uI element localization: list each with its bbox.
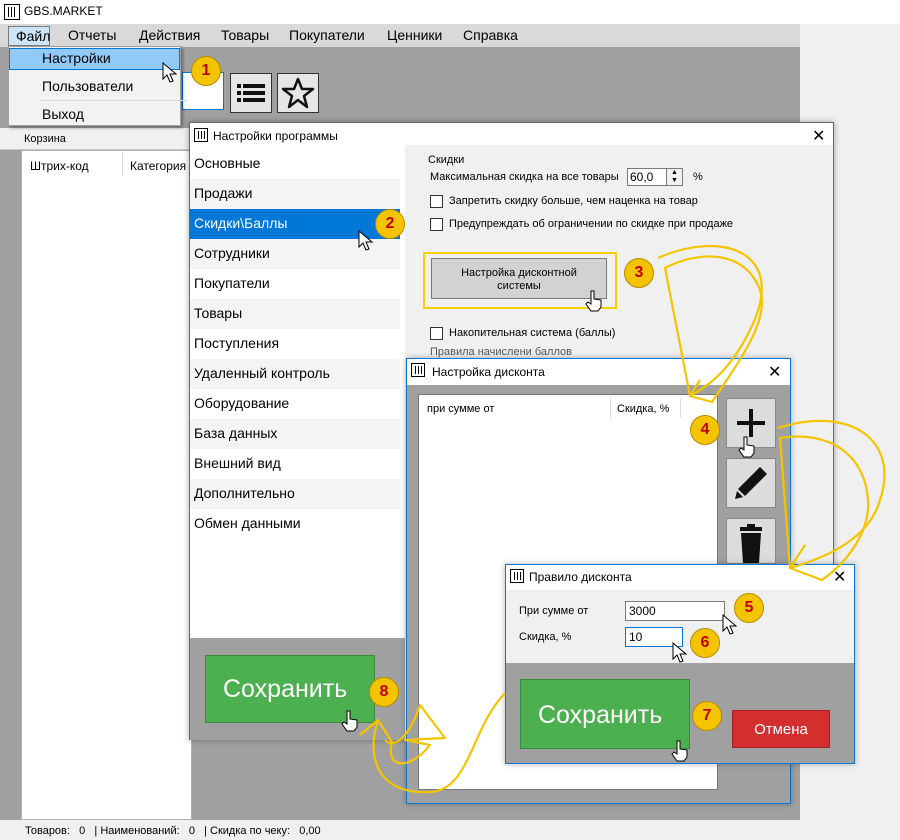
arrow-3-to-4 [657, 245, 763, 404]
step-badge-5: 5 [734, 593, 764, 623]
arrow-cursor-icon [162, 62, 178, 83]
step-badge-6: 6 [690, 628, 720, 658]
hand-cursor-icon [585, 290, 602, 312]
step-badge-4: 4 [690, 415, 720, 445]
step-badge-1: 1 [191, 56, 221, 86]
arrow-7-to-8 [359, 692, 506, 794]
step-badge-2: 2 [375, 209, 405, 239]
hand-cursor-icon [738, 436, 755, 458]
step-badge-3: 3 [624, 258, 654, 288]
hand-cursor-icon [341, 710, 358, 732]
hand-cursor-icon [671, 740, 688, 762]
tutorial-arrows [359, 245, 886, 794]
arrow-cursor-icon [672, 642, 688, 663]
step-badge-7: 7 [692, 701, 722, 731]
step-badge-8: 8 [369, 677, 399, 707]
arrow-cursor-icon [358, 230, 374, 251]
arrow-4-to-5 [777, 419, 886, 582]
arrow-cursor-icon [722, 614, 738, 635]
